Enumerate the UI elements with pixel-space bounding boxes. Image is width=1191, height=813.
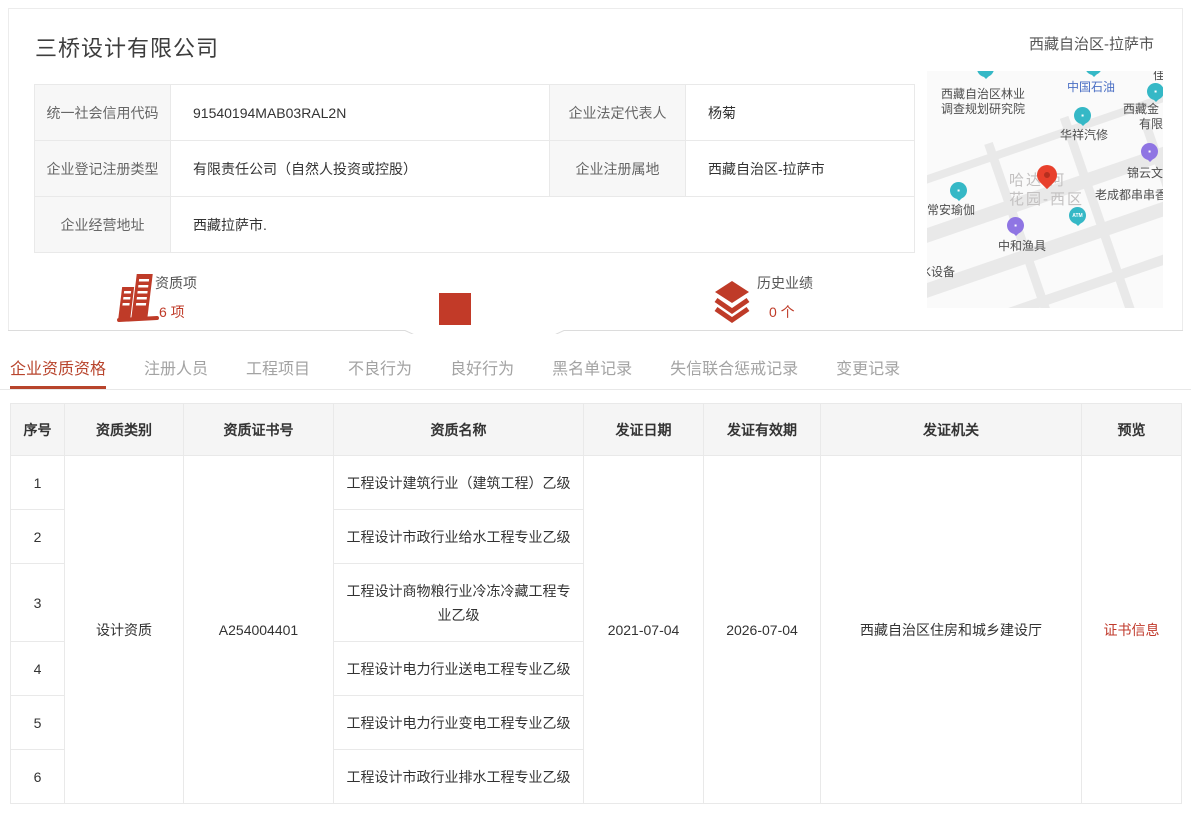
reg-type-value: 有限责任公司（自然人投资或控股） — [171, 141, 550, 197]
issuing-authority: 西藏自治区住房和城乡建设厅 — [821, 456, 1082, 804]
reg-place-label: 企业注册属地 — [550, 141, 686, 197]
col-header-issue-date: 发证日期 — [584, 404, 704, 456]
expiry-date: 2026-07-04 — [704, 456, 821, 804]
map-poi-jinyun: 锦云文 — [1127, 166, 1163, 181]
credit-code-label: 统一社会信用代码 — [35, 85, 171, 141]
row-no: 1 — [11, 456, 65, 510]
map-poi-jia: 佳 — [1153, 71, 1163, 83]
table-row: 统一社会信用代码 91540194MAB03RAL2N 企业法定代表人 杨菊 — [35, 85, 915, 141]
col-header-authority: 发证机关 — [821, 404, 1082, 456]
tab-blacklist[interactable]: 黑名单记录 — [552, 345, 632, 389]
certificate-info-link[interactable]: 证书信息 — [1104, 622, 1160, 638]
map-poi-goldco: 西藏金 有限 — [1123, 102, 1163, 132]
tab-projects[interactable]: 工程项目 — [246, 345, 310, 389]
address-value: 西藏拉萨市. — [171, 197, 915, 253]
tab-bad-behavior[interactable]: 不良行为 — [348, 345, 412, 389]
enterprise-credit-page: 三桥设计有限公司 西藏自治区-拉萨市 统一社会信用代码 91540194MAB0… — [0, 0, 1191, 813]
company-info-table: 统一社会信用代码 91540194MAB03RAL2N 企业法定代表人 杨菊 企… — [34, 84, 915, 253]
qualification-name: 工程设计市政行业排水工程专业乙级 — [334, 750, 584, 804]
map-poi-changan: 常安瑜伽 — [927, 203, 975, 218]
tab-registered-personnel[interactable]: 注册人员 — [144, 345, 208, 389]
qualification-name: 工程设计电力行业送电工程专业乙级 — [334, 642, 584, 696]
col-header-expiry: 发证有效期 — [704, 404, 821, 456]
map-poi-zhonghe: 中和渔具 — [998, 239, 1046, 254]
qualification-name: 工程设计建筑行业（建筑工程）乙级 — [334, 456, 584, 510]
map-poi-laochengdu: 老成都串串香 — [1095, 188, 1163, 203]
qualification-name: 工程设计电力行业变电工程专业乙级 — [334, 696, 584, 750]
col-header-name: 资质名称 — [334, 404, 584, 456]
qualification-stat-label: 资质项 — [155, 273, 197, 293]
col-header-category: 资质类别 — [65, 404, 184, 456]
red-square-placeholder — [439, 293, 471, 325]
qualification-category: 设计资质 — [65, 456, 184, 804]
section-tabbar: 企业资质资格 注册人员 工程项目 不良行为 良好行为 黑名单记录 失信联合惩戒记… — [0, 345, 1191, 390]
map-poi-forest-institute: 西藏自治区林业 调查规划研究院 — [941, 87, 1025, 117]
qualification-stat-value: 6 项 — [155, 302, 197, 322]
table-row: 企业经营地址 西藏拉萨市. — [35, 197, 915, 253]
performance-stat-label: 历史业绩 — [757, 273, 813, 293]
table-header-row: 序号 资质类别 资质证书号 资质名称 发证日期 发证有效期 发证机关 预览 — [11, 404, 1182, 456]
map-marker-yoga-icon: ▪ — [950, 182, 967, 199]
company-location-map[interactable]: 西藏自治区林业 调查规划研究院 ▪ ▪ 中国石油 佳 ▪ 西藏金 有限 ▪ 华祥… — [927, 71, 1163, 308]
page-title: 三桥设计有限公司 — [35, 31, 219, 63]
legal-rep-label: 企业法定代表人 — [550, 85, 686, 141]
qualification-stat: 资质项 6 项 — [155, 273, 197, 322]
layers-icon — [711, 279, 753, 330]
map-marker-car-icon: ▪ — [1074, 107, 1091, 124]
certificate-info-cell: 证书信息 — [1082, 456, 1182, 804]
tab-change-records[interactable]: 变更记录 — [836, 345, 900, 389]
map-marker-bag-icon: ▪ — [1007, 217, 1024, 234]
tab-good-behavior[interactable]: 良好行为 — [450, 345, 514, 389]
issue-date: 2021-07-04 — [584, 456, 704, 804]
card-bottom-divider — [8, 324, 1183, 334]
tab-qualifications[interactable]: 企业资质资格 — [10, 345, 106, 389]
row-no: 5 — [11, 696, 65, 750]
qualification-table: 序号 资质类别 资质证书号 资质名称 发证日期 发证有效期 发证机关 预览 1 … — [10, 403, 1182, 804]
table-row: 1 设计资质 A254004401 工程设计建筑行业（建筑工程）乙级 2021-… — [11, 456, 1182, 510]
table-row: 企业登记注册类型 有限责任公司（自然人投资或控股） 企业注册属地 西藏自治区-拉… — [35, 141, 915, 197]
address-label: 企业经营地址 — [35, 197, 171, 253]
map-poi-petrochina: 中国石油 — [1067, 80, 1115, 95]
map-marker-building-icon: ▪ — [1147, 83, 1163, 100]
tab-dishonesty-records[interactable]: 失信联合惩戒记录 — [670, 345, 798, 389]
reg-place-value: 西藏自治区-拉萨市 — [686, 141, 915, 197]
map-poi-kdevice: K设备 — [927, 265, 955, 280]
legal-rep-value: 杨菊 — [686, 85, 915, 141]
row-no: 6 — [11, 750, 65, 804]
row-no: 2 — [11, 510, 65, 564]
col-header-cert-no: 资质证书号 — [184, 404, 334, 456]
qualification-name: 工程设计商物粮行业冷冻冷藏工程专业乙级 — [334, 564, 584, 642]
map-poi-huaxiang: 华祥汽修 — [1060, 128, 1108, 143]
row-no: 4 — [11, 642, 65, 696]
credit-code-value: 91540194MAB03RAL2N — [171, 85, 550, 141]
row-no: 3 — [11, 564, 65, 642]
company-region: 西藏自治区-拉萨市 — [1029, 33, 1154, 54]
col-header-no: 序号 — [11, 404, 65, 456]
map-marker-shop-icon: ▪ — [1141, 143, 1158, 160]
certificate-number: A254004401 — [184, 456, 334, 804]
map-marker-atm-icon: ATM — [1069, 207, 1086, 224]
reg-type-label: 企业登记注册类型 — [35, 141, 171, 197]
performance-stat-value: 0 个 — [757, 302, 813, 322]
performance-stat: 历史业绩 0 个 — [757, 273, 813, 322]
qualification-name: 工程设计市政行业给水工程专业乙级 — [334, 510, 584, 564]
col-header-preview: 预览 — [1082, 404, 1182, 456]
